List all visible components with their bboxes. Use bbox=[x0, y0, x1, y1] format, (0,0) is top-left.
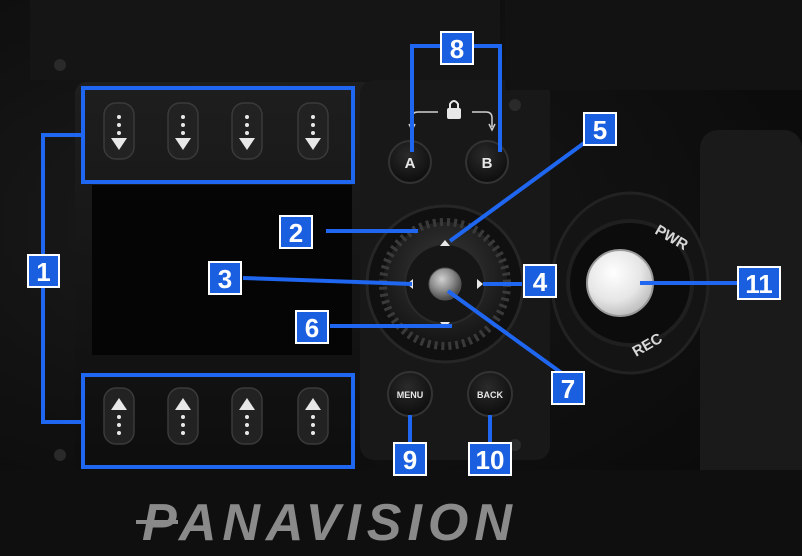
callout-8-label: 8 bbox=[450, 34, 464, 64]
back-button-label: BACK bbox=[477, 390, 503, 400]
screw-icon bbox=[54, 59, 66, 71]
menu-button-label: MENU bbox=[397, 390, 424, 400]
callout-6: 6 bbox=[295, 310, 329, 344]
callout-3-label: 3 bbox=[218, 264, 232, 294]
callout-9-label: 9 bbox=[403, 445, 417, 475]
callout-4-label: 4 bbox=[533, 267, 548, 297]
callout-1-label: 1 bbox=[36, 257, 50, 287]
callout-11-label: 11 bbox=[745, 269, 773, 299]
soft-key-top-3[interactable] bbox=[231, 102, 263, 160]
back-button[interactable]: BACK bbox=[467, 371, 513, 417]
callout-4: 4 bbox=[523, 264, 557, 298]
callout-8: 8 bbox=[440, 31, 474, 65]
callout-7: 7 bbox=[551, 371, 585, 405]
callout-7-label: 7 bbox=[561, 374, 575, 404]
top-panel bbox=[30, 0, 500, 80]
callout-3: 3 bbox=[208, 261, 242, 295]
callout-2-label: 2 bbox=[289, 218, 303, 248]
soft-key-bottom-3[interactable] bbox=[231, 387, 263, 445]
button-b-label: B bbox=[482, 155, 493, 172]
soft-key-bottom-1[interactable] bbox=[103, 387, 135, 445]
camera-control-diagram: A B MENU BACK PWR REC PANAVISION 1 2 3 4… bbox=[0, 0, 802, 556]
callout-9: 9 bbox=[393, 442, 427, 476]
soft-key-bottom-2[interactable] bbox=[167, 387, 199, 445]
right-top-panel bbox=[505, 0, 802, 90]
callout-6-label: 6 bbox=[305, 313, 319, 343]
soft-key-top-4[interactable] bbox=[297, 102, 329, 160]
button-a-label: A bbox=[405, 155, 416, 172]
menu-button[interactable]: MENU bbox=[387, 371, 433, 417]
callout-5: 5 bbox=[583, 112, 617, 146]
callout-11: 11 bbox=[737, 266, 781, 300]
brand-logo-bar bbox=[136, 520, 178, 524]
soft-key-bottom-4[interactable] bbox=[297, 387, 329, 445]
callout-2: 2 bbox=[279, 215, 313, 249]
soft-key-top-1[interactable] bbox=[103, 102, 135, 160]
callout-10-label: 10 bbox=[476, 445, 505, 475]
right-handle bbox=[700, 130, 802, 510]
screw-icon bbox=[509, 99, 521, 111]
screw-icon bbox=[54, 449, 66, 461]
callout-10: 10 bbox=[468, 442, 512, 476]
diagram-canvas: A B MENU BACK PWR REC PANAVISION 1 2 3 4… bbox=[0, 0, 802, 556]
soft-key-top-2[interactable] bbox=[167, 102, 199, 160]
callout-5-label: 5 bbox=[593, 115, 607, 145]
callout-1: 1 bbox=[27, 254, 60, 288]
brand-logo: PANAVISION bbox=[142, 494, 518, 552]
